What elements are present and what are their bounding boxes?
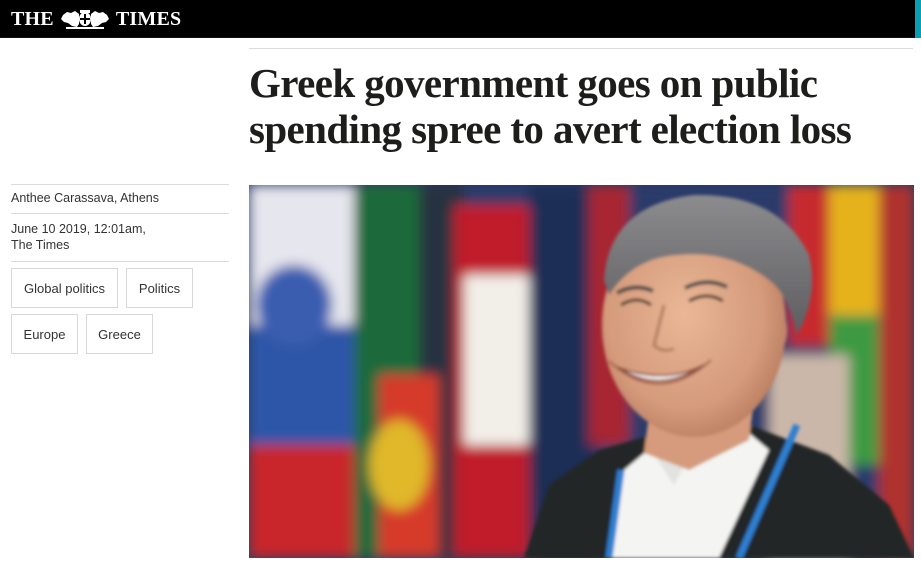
article-hero-image[interactable] — [249, 185, 914, 558]
publish-dateline: June 10 2019, 12:01am, The Times — [11, 214, 229, 261]
tag-greece[interactable]: Greece — [86, 314, 153, 354]
author-byline[interactable]: Anthee Carassava, Athens — [11, 185, 229, 213]
royal-crest-icon — [60, 10, 109, 29]
top-bar: THE TIMES — [0, 0, 921, 38]
divider — [11, 261, 229, 262]
accent-strip — [915, 0, 921, 38]
article-headline: Greek government goes on public spending… — [249, 60, 852, 152]
masthead-text-left: THE — [11, 7, 54, 30]
tag-politics[interactable]: Politics — [126, 268, 193, 308]
tag-europe[interactable]: Europe — [11, 314, 78, 354]
article-meta: Anthee Carassava, Athens June 10 2019, 1… — [11, 184, 229, 262]
publish-date: June 10 2019, 12:01am, — [11, 222, 146, 236]
tag-global-politics[interactable]: Global politics — [11, 268, 118, 308]
headline-divider — [249, 48, 913, 49]
smiling-man-photo — [249, 185, 914, 558]
publication-source: The Times — [11, 238, 70, 252]
masthead-text-right: TIMES — [115, 7, 182, 30]
masthead-logo[interactable]: THE TIMES — [11, 5, 181, 33]
